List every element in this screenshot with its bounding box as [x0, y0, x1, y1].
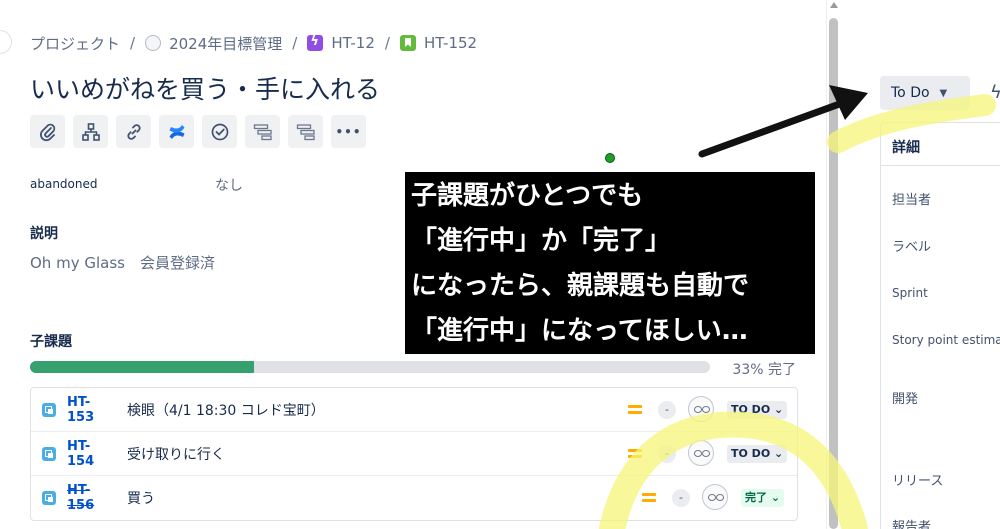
callout-line: になったら、親課題も自動で	[411, 271, 750, 301]
status-dropdown[interactable]: 完了 ⌄	[741, 489, 785, 507]
confluence-button[interactable]	[159, 115, 194, 148]
status-dropdown[interactable]: TO DO ⌄	[727, 445, 788, 463]
details-panel	[880, 122, 1000, 529]
callout-line: 「進行中」になってほしい…	[411, 316, 748, 346]
gantt-icon	[296, 123, 315, 140]
more-actions-button[interactable]: •••	[331, 115, 366, 148]
chevron-down-icon: ▼	[939, 87, 948, 99]
panel-collapse-handle[interactable]	[0, 30, 12, 54]
child-issue-key[interactable]: HT-154	[67, 439, 115, 469]
issue-status-button[interactable]: To Do ▼	[880, 76, 970, 110]
child-issue-row[interactable]: HT-156 買う - 完了 ⌄	[31, 476, 797, 520]
callout-line: 「進行中」か「完了」	[411, 226, 672, 256]
issue-status-label: To Do	[891, 85, 930, 101]
scroll-up-icon[interactable]	[830, 2, 838, 8]
assignee-label: 担当者	[892, 193, 932, 208]
priority-medium-icon	[628, 449, 642, 459]
estimate-badge: -	[658, 401, 676, 419]
chevron-down-icon: ⌄	[774, 403, 784, 416]
link-icon	[126, 123, 141, 140]
child-issue-row[interactable]: HT-153 検眼（4/1 18:30 コレド宝町） - TO DO ⌄	[31, 388, 797, 432]
add-child-button[interactable]	[73, 115, 108, 148]
estimate-badge: -	[672, 489, 690, 507]
hierarchy-icon	[81, 122, 100, 141]
breadcrumb: プロジェクト / 2024年目標管理 / HT-12 / HT-152	[30, 32, 477, 54]
chevron-down-icon: ⌄	[774, 447, 784, 460]
reporter-label: 報告者	[892, 520, 932, 529]
child-issue-summary[interactable]: 買う	[127, 488, 155, 508]
breadcrumb-epic-key[interactable]: HT-12	[331, 34, 375, 52]
assignee-avatar[interactable]	[688, 440, 714, 466]
subtask-icon	[42, 491, 56, 505]
gantt-icon	[253, 123, 272, 140]
epic-icon	[307, 34, 324, 51]
arrow-line	[698, 98, 849, 158]
development-label: 開発	[892, 392, 919, 407]
breadcrumb-issue-key[interactable]: HT-152	[424, 34, 477, 52]
description-label: 説明	[30, 226, 58, 242]
green-dot-marker	[605, 153, 615, 163]
status-dropdown[interactable]: TO DO ⌄	[727, 401, 788, 419]
attach-button[interactable]	[30, 115, 65, 148]
child-issue-row[interactable]: HT-154 受け取りに行く - TO DO ⌄	[31, 432, 797, 476]
child-issue-list: HT-153 検眼（4/1 18:30 コレド宝町） - TO DO ⌄ HT-…	[30, 387, 798, 521]
progress-fill	[30, 361, 255, 373]
child-issue-summary[interactable]: 検眼（4/1 18:30 コレド宝町）	[127, 400, 325, 420]
child-issue-key[interactable]: HT-156	[67, 483, 115, 513]
story-icon	[399, 35, 416, 51]
assignee-avatar[interactable]	[702, 484, 728, 510]
checklist-button[interactable]	[202, 115, 237, 148]
confluence-icon	[169, 124, 184, 139]
priority-medium-icon	[628, 405, 642, 415]
child-issues-label: 子課題	[30, 334, 72, 350]
more-icon: •••	[335, 124, 362, 139]
subtask-icon	[42, 446, 56, 461]
abandoned-value[interactable]: なし	[215, 175, 243, 195]
breadcrumb-projects[interactable]: プロジェクト	[30, 33, 120, 54]
release-label: リリース	[892, 474, 944, 489]
labels-label: ラベル	[892, 240, 932, 255]
gantt-button[interactable]	[245, 115, 280, 148]
project-avatar-icon	[145, 35, 162, 51]
breadcrumb-separator: /	[292, 34, 298, 52]
sprint-label: Sprint	[892, 286, 928, 300]
abandoned-label: abandoned	[30, 177, 98, 191]
link-issue-button[interactable]	[116, 115, 151, 148]
breadcrumb-separator: /	[384, 34, 390, 52]
status-label: TO DO	[731, 403, 771, 416]
attach-icon	[39, 123, 55, 141]
callout-line: 子課題がひとつでも	[411, 181, 644, 211]
scrollbar-thumb[interactable]	[829, 18, 838, 529]
status-label: TO DO	[731, 447, 771, 460]
annotation-callout: 子課題がひとつでも 「進行中」か「完了」 になったら、親課題も自動で 「進行中」…	[405, 172, 815, 354]
story-points-label: Story point estimate	[892, 333, 1000, 347]
lightning-icon[interactable]: ϟ	[990, 82, 1000, 103]
status-label: 完了	[745, 491, 767, 504]
progress-text: 33% 完了	[732, 362, 796, 378]
subtask-icon	[42, 402, 56, 417]
issue-toolbar: •••	[30, 115, 366, 148]
chevron-down-icon: ⌄	[770, 491, 781, 504]
child-issue-summary[interactable]: 受け取りに行く	[127, 444, 225, 464]
estimate-badge: -	[658, 445, 676, 463]
details-heading: 詳細	[892, 140, 920, 156]
breadcrumb-project-name[interactable]: 2024年目標管理	[169, 33, 282, 54]
child-progress-bar	[30, 361, 710, 373]
child-issue-key[interactable]: HT-153	[67, 395, 115, 425]
description-value[interactable]: Oh my Glass 会員登録済	[30, 252, 215, 273]
breadcrumb-separator: /	[130, 34, 136, 52]
assignee-avatar[interactable]	[688, 396, 714, 422]
priority-medium-icon	[642, 493, 656, 503]
issue-title[interactable]: いいめがねを買う・手に入れる	[30, 70, 380, 106]
gantt-button[interactable]	[288, 115, 323, 148]
checklist-icon	[211, 123, 228, 140]
